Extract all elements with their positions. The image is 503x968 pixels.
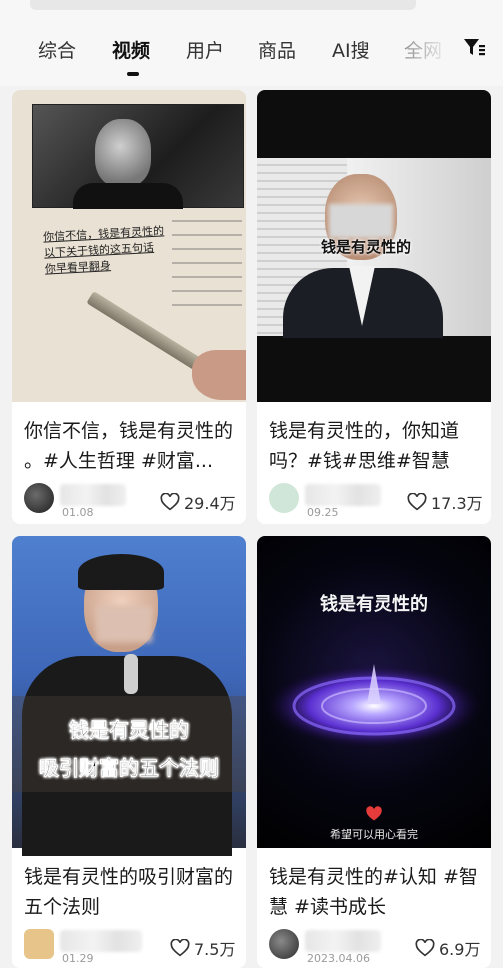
- like-count-label: 29.4万: [184, 494, 236, 513]
- video-caption[interactable]: 钱是有灵性的#认知 #智慧 #读书成长: [269, 862, 481, 922]
- like-count[interactable]: 6.9万: [415, 936, 480, 960]
- video-card[interactable]: 钱是有灵性的 吸引财富的五个法则 钱是有灵性的吸引财富的五个法则 01.29 7…: [12, 536, 246, 968]
- filter-icon[interactable]: [462, 36, 486, 58]
- video-thumbnail[interactable]: 钱是有灵性的 希望可以用心看完: [257, 536, 491, 848]
- username-blurred[interactable]: [60, 484, 126, 506]
- post-date: 01.08: [62, 506, 94, 519]
- tab-video[interactable]: 视频: [112, 36, 150, 63]
- video-card[interactable]: 你信不信，钱是有灵性的 以下关于钱的这五句话 你早看早翻身 你信不信，钱是有灵性…: [12, 90, 246, 524]
- video-thumbnail[interactable]: 钱是有灵性的 吸引财富的五个法则: [12, 536, 246, 856]
- heart-outline-icon[interactable]: [415, 939, 435, 957]
- username-blurred[interactable]: [305, 484, 381, 506]
- like-count[interactable]: 29.4万: [160, 490, 236, 514]
- like-count[interactable]: 17.3万: [407, 490, 483, 514]
- search-bar[interactable]: [30, 0, 416, 10]
- video-thumbnail[interactable]: 你信不信，钱是有灵性的 以下关于钱的这五句话 你早看早翻身: [12, 90, 246, 402]
- overlay-title: 钱是有灵性的: [321, 238, 412, 256]
- post-date: 09.25: [307, 506, 339, 519]
- book-text: 你信不信，钱是有灵性的 以下关于钱的这五句话 你早看早翻身: [42, 224, 165, 276]
- video-caption[interactable]: 钱是有灵性的吸引财富的五个法则: [24, 862, 236, 922]
- like-count-label: 7.5万: [194, 940, 236, 959]
- tab-ai-search[interactable]: AI搜: [332, 36, 370, 63]
- video-thumbnail[interactable]: 钱是有灵性的: [257, 90, 491, 402]
- video-caption[interactable]: 钱是有灵性的，你知道吗？#钱#思维#智慧#...: [269, 416, 481, 476]
- like-count[interactable]: 7.5万: [170, 936, 235, 960]
- tab-users[interactable]: 用户: [186, 36, 224, 63]
- avatar[interactable]: [269, 483, 299, 513]
- overlay-subtitle: 希望可以用心看完: [330, 828, 418, 841]
- username-blurred[interactable]: [60, 930, 142, 952]
- post-date: 01.29: [62, 952, 94, 965]
- heart-outline-icon[interactable]: [160, 493, 180, 511]
- tab-fade: [400, 30, 460, 70]
- overlay-title: 钱是有灵性的: [320, 594, 428, 615]
- overlay-title: 钱是有灵性的: [69, 718, 190, 743]
- video-card[interactable]: 钱是有灵性的 希望可以用心看完 钱是有灵性的#认知 #智慧 #读书成长 2023…: [257, 536, 491, 968]
- avatar[interactable]: [24, 483, 54, 513]
- active-tab-indicator: [127, 72, 139, 76]
- heart-outline-icon[interactable]: [170, 939, 190, 957]
- video-card[interactable]: 钱是有灵性的 钱是有灵性的，你知道吗？#钱#思维#智慧#... 09.25 17…: [257, 90, 491, 524]
- avatar[interactable]: [24, 929, 54, 959]
- heart-outline-icon[interactable]: [407, 493, 427, 511]
- tab-comprehensive[interactable]: 综合: [38, 36, 76, 63]
- like-count-label: 6.9万: [439, 940, 481, 959]
- post-date: 2023.04.06: [307, 952, 370, 965]
- like-count-label: 17.3万: [431, 494, 483, 513]
- tab-products[interactable]: 商品: [258, 36, 296, 63]
- overlay-subtitle: 吸引财富的五个法则: [39, 756, 220, 781]
- heart-icon: [366, 806, 382, 821]
- avatar[interactable]: [269, 929, 299, 959]
- username-blurred[interactable]: [305, 930, 381, 952]
- portrait-photo: [32, 104, 244, 209]
- galaxy-image: [266, 664, 482, 748]
- video-caption[interactable]: 你信不信，钱是有灵性的 。#人生哲理 #财富...: [24, 416, 236, 476]
